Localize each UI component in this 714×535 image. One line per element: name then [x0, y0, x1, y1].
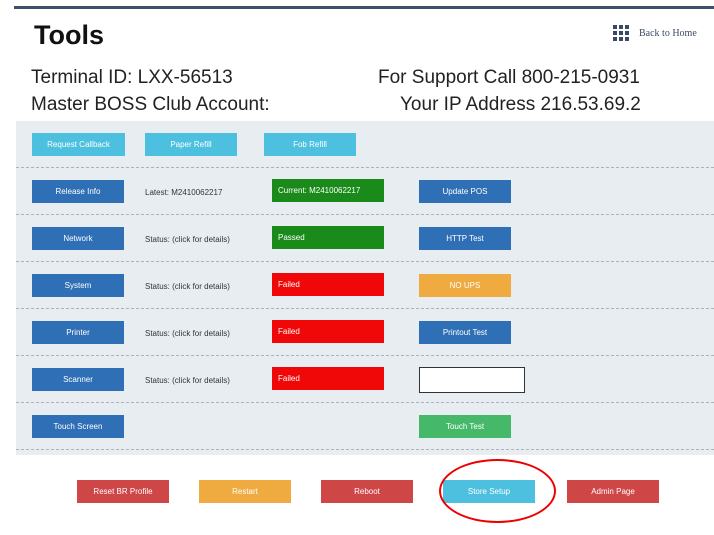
network-button[interactable]: Network	[32, 227, 124, 250]
system-button[interactable]: System	[32, 274, 124, 297]
tools-page: Tools Back to Home Terminal ID: LXX-5651…	[0, 0, 714, 535]
page-title: Tools	[34, 20, 104, 50]
printer-status: Status: (click for details)	[145, 329, 230, 338]
touch-test-button[interactable]: Touch Test	[419, 415, 511, 438]
scanner-row: Scanner Status: (click for details) Fail…	[16, 356, 714, 403]
terminal-id: Terminal ID: LXX-56513	[31, 67, 233, 88]
restart-button[interactable]: Restart	[199, 480, 291, 503]
release-row: Release Info Latest: M2410062217 Current…	[16, 168, 714, 215]
scanner-status: Status: (click for details)	[145, 376, 230, 385]
grid-icon	[613, 25, 629, 41]
network-row: Network Status: (click for details) Pass…	[16, 215, 714, 262]
printer-result: Failed	[272, 320, 384, 343]
support-phone: For Support Call 800-215-0931	[378, 67, 640, 88]
release-latest: Latest: M2410062217	[145, 188, 223, 197]
top-divider	[14, 6, 714, 9]
back-to-home-link[interactable]: Back to Home	[613, 25, 697, 41]
admin-page-button[interactable]: Admin Page	[567, 480, 659, 503]
release-current: Current: M2410062217	[272, 179, 384, 202]
tools-panel: Request Callback Paper Refill Fob Refill…	[16, 121, 714, 455]
touch-screen-button[interactable]: Touch Screen	[32, 415, 124, 438]
http-test-button[interactable]: HTTP Test	[419, 227, 511, 250]
ip-address: Your IP Address 216.53.69.2	[400, 94, 641, 115]
scanner-result: Failed	[272, 367, 384, 390]
club-account: Master BOSS Club Account:	[31, 94, 270, 115]
network-result: Passed	[272, 226, 384, 249]
network-status: Status: (click for details)	[145, 235, 230, 244]
printer-row: Printer Status: (click for details) Fail…	[16, 309, 714, 356]
no-ups-button[interactable]: NO UPS	[419, 274, 511, 297]
request-callback-button[interactable]: Request Callback	[32, 133, 125, 156]
fob-refill-button[interactable]: Fob Refill	[264, 133, 356, 156]
back-to-home-label: Back to Home	[639, 27, 697, 39]
touch-row: Touch Screen Touch Test	[16, 403, 714, 450]
reboot-button[interactable]: Reboot	[321, 480, 413, 503]
store-setup-button[interactable]: Store Setup	[443, 480, 535, 503]
scanner-button[interactable]: Scanner	[32, 368, 124, 391]
paper-refill-button[interactable]: Paper Refill	[145, 133, 237, 156]
printout-test-button[interactable]: Printout Test	[419, 321, 511, 344]
system-status: Status: (click for details)	[145, 282, 230, 291]
release-info-button[interactable]: Release Info	[32, 180, 124, 203]
scanner-input-box[interactable]	[419, 367, 525, 393]
reset-br-profile-button[interactable]: Reset BR Profile	[77, 480, 169, 503]
system-result: Failed	[272, 273, 384, 296]
system-row: System Status: (click for details) Faile…	[16, 262, 714, 309]
printer-button[interactable]: Printer	[32, 321, 124, 344]
update-pos-button[interactable]: Update POS	[419, 180, 511, 203]
refill-row: Request Callback Paper Refill Fob Refill	[16, 121, 714, 168]
